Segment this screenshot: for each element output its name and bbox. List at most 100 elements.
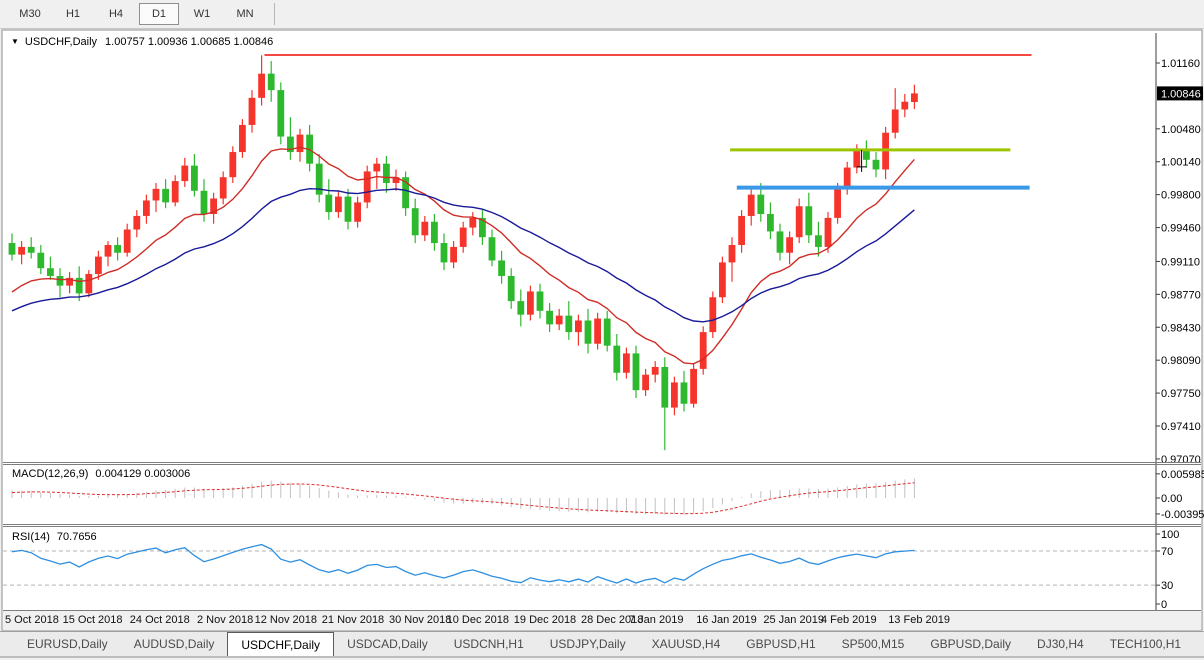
candle-bull xyxy=(296,134,304,153)
chart-dropdown-icon[interactable]: ▼ xyxy=(11,37,19,46)
chart-tab-usdjpy-daily[interactable]: USDJPY,Daily xyxy=(537,632,639,656)
candle-bull xyxy=(719,262,726,298)
chart-tab-ul[interactable]: Ul xyxy=(1194,632,1204,656)
candle-bear xyxy=(517,301,525,315)
macd-tick-label: 0.00 xyxy=(1161,493,1182,505)
candle-bear xyxy=(536,291,544,311)
candle-bear xyxy=(47,268,54,276)
date-tick-label: 21 Nov 2018 xyxy=(322,614,384,626)
date-tick-label: 13 Feb 2019 xyxy=(888,614,950,626)
candle-bull xyxy=(18,246,25,255)
candle-bear xyxy=(37,252,45,269)
candle-bull xyxy=(373,163,381,172)
chart-tab-gbpusd-h1[interactable]: GBPUSD,H1 xyxy=(733,632,828,656)
candle-bull xyxy=(354,202,361,222)
rsi-tick-label: 30 xyxy=(1161,580,1173,592)
candle-bull xyxy=(133,215,141,230)
candle-bull xyxy=(123,229,131,253)
candle-bear xyxy=(498,260,505,276)
date-tick-label: 7 Jan 2019 xyxy=(629,614,683,626)
candle-bull xyxy=(459,227,467,247)
candle-bull xyxy=(642,374,649,391)
chart-tab-usdcad-daily[interactable]: USDCAD,Daily xyxy=(334,632,441,656)
macd-values: 0.004129 0.003006 xyxy=(95,468,191,480)
rsi-tick-label: 70 xyxy=(1161,546,1173,558)
rsi-tick-label: 100 xyxy=(1161,529,1179,541)
candle-bull xyxy=(181,165,189,182)
candle-bull xyxy=(834,188,841,218)
price-tick-label: 0.97410 xyxy=(1161,421,1201,433)
candle-bear xyxy=(267,73,275,91)
chart-canvas: 1.01160 1.00480 1.00140 0.99800 0.99460 0.991… xyxy=(1,29,1204,631)
mt4-application: M30 H1 H4 D1 W1 MN 1.01160 1.00480 1.00140 0.998… xyxy=(0,0,1204,660)
chart-tab-usdchf-daily[interactable]: USDCHF,Daily xyxy=(227,632,335,656)
candle-bull xyxy=(699,332,707,369)
candle-bull xyxy=(594,318,601,344)
candle-bull xyxy=(709,297,717,333)
candle-bull xyxy=(891,109,899,133)
candle-bull xyxy=(95,256,102,275)
chart-symbol-label: USDCHF,Daily xyxy=(24,36,98,48)
candle-bull xyxy=(738,215,745,245)
candle-bull xyxy=(85,274,93,294)
candle-bear xyxy=(613,345,621,373)
chart-tab-usdcnh-h1[interactable]: USDCNH,H1 xyxy=(441,632,537,656)
rsi-value: 70.7656 xyxy=(56,531,97,543)
date-tick-label: 10 Dec 2018 xyxy=(447,614,509,626)
chart-tab-eurusd-daily[interactable]: EURUSD,Daily xyxy=(14,632,121,656)
candle-bear xyxy=(325,194,333,213)
candle-bear xyxy=(767,214,774,232)
candle-bull xyxy=(171,181,179,203)
date-tick-label: 2 Nov 2018 xyxy=(197,614,253,626)
candle-bear xyxy=(757,194,765,215)
chart-tab-xauusd-h4[interactable]: XAUUSD,H4 xyxy=(639,632,734,656)
chart-tab-tech100-h1[interactable]: TECH100,H1 xyxy=(1097,632,1194,656)
candle-bear xyxy=(872,159,880,170)
candle-bear xyxy=(8,243,16,255)
price-tick-label: 0.97750 xyxy=(1161,388,1201,400)
candle-bull xyxy=(747,194,755,216)
candle-bear xyxy=(344,196,352,222)
price-tick-label: 0.99110 xyxy=(1161,256,1200,268)
date-tick-label: 15 Oct 2018 xyxy=(63,614,123,626)
candle-bear xyxy=(56,275,64,286)
candle-bull xyxy=(853,150,861,168)
chart-tab-bar: EURUSD,Daily AUDUSD,Daily USDCHF,Daily USDC… xyxy=(0,631,1204,658)
price-tick-label: 0.99800 xyxy=(1161,190,1201,202)
candle-bear xyxy=(863,150,870,160)
chart-tab-dj30-h4[interactable]: DJ30,H4 xyxy=(1024,632,1097,656)
candle-bear xyxy=(776,231,784,253)
candle-bear xyxy=(200,190,208,215)
candle-bull xyxy=(143,200,150,216)
candle-bull xyxy=(469,217,477,228)
candle-bull xyxy=(795,206,803,238)
candle-bear xyxy=(805,206,813,236)
date-tick-label: 5 Oct 2018 xyxy=(5,614,59,626)
candle-bear xyxy=(431,221,438,244)
candle-bull xyxy=(527,291,534,315)
candle-bull xyxy=(901,101,909,110)
price-tick-label: 1.01160 xyxy=(1161,58,1200,70)
date-tick-label: 19 Dec 2018 xyxy=(514,614,576,626)
candle-bear xyxy=(277,90,285,137)
candle-bull xyxy=(335,196,342,213)
price-tick-label: 0.98430 xyxy=(1161,322,1201,334)
candle-bull xyxy=(248,97,256,125)
rsi-tick-label: 0 xyxy=(1161,599,1167,611)
candle-bull xyxy=(555,315,563,325)
candle-bull xyxy=(690,368,697,404)
candle-bear xyxy=(584,320,592,344)
candle-bull xyxy=(152,188,160,201)
rsi-name: RSI(14) xyxy=(12,531,50,543)
candle-bear xyxy=(565,315,573,333)
chart-tab-sp500-m15[interactable]: SP500,M15 xyxy=(829,632,918,656)
date-tick-label: 30 Nov 2018 xyxy=(389,614,451,626)
candle-bear xyxy=(191,165,198,191)
price-tick-label: 1.00140 xyxy=(1161,157,1201,169)
candle-bull xyxy=(728,244,736,263)
candle-bull xyxy=(623,353,630,373)
chart-tab-audusd-daily[interactable]: AUDUSD,Daily xyxy=(121,632,228,656)
candle-bear xyxy=(815,235,822,247)
chart-tab-gbpusd-daily[interactable]: GBPUSD,Daily xyxy=(917,632,1024,656)
date-tick-label: 24 Oct 2018 xyxy=(130,614,190,626)
